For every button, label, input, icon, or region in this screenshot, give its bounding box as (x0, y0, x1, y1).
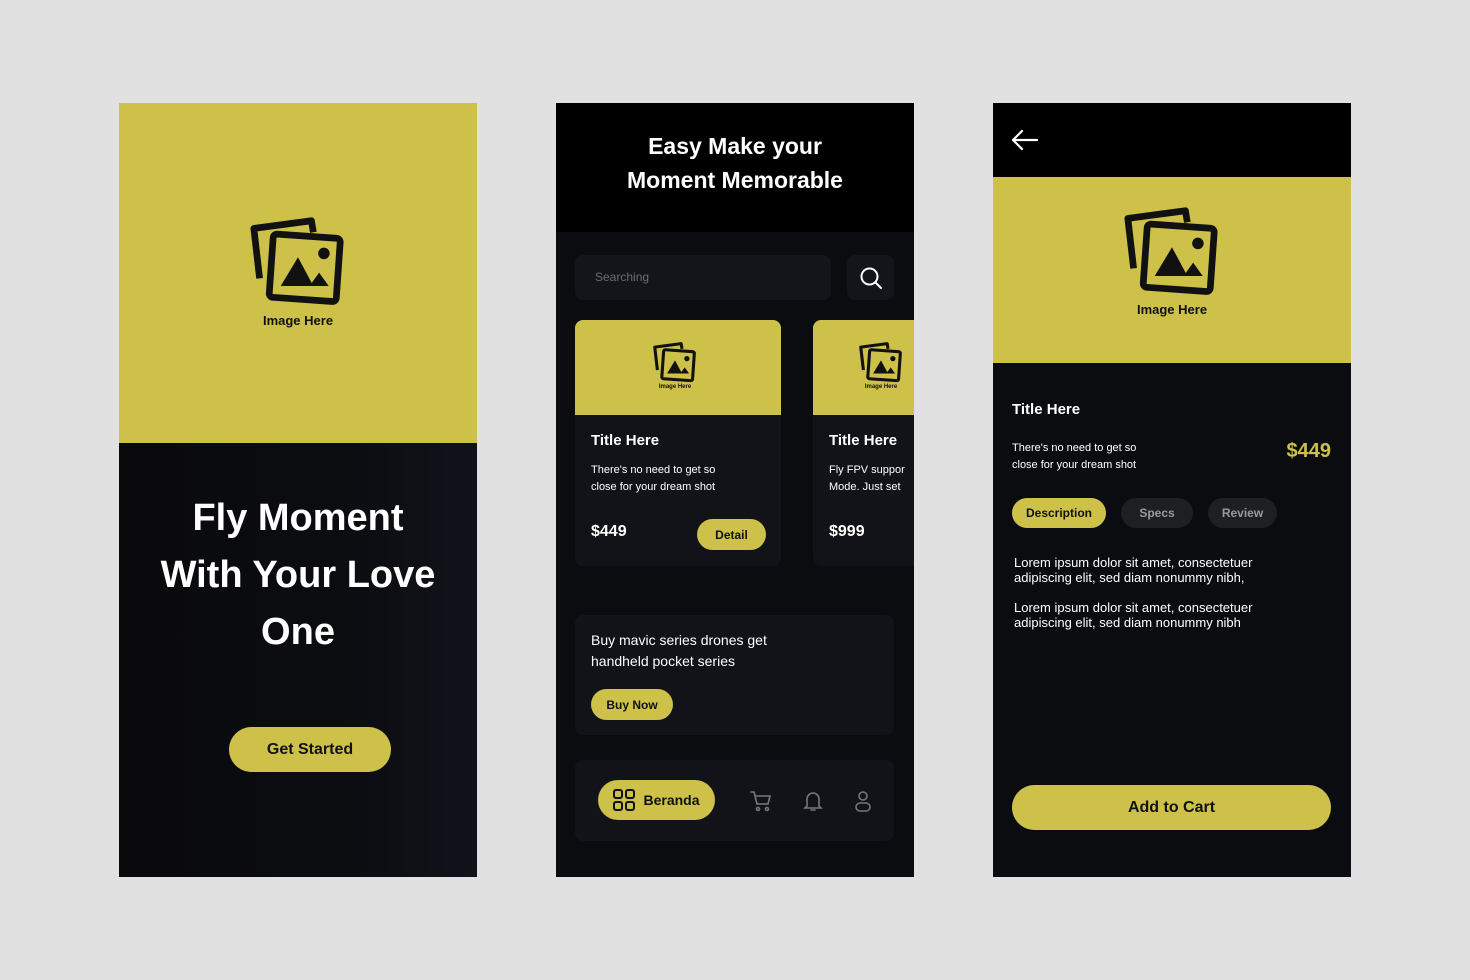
headline: Fly Moment With Your Love One (119, 490, 477, 661)
headline-line: With Your Love (160, 554, 436, 596)
nav-label: Beranda (643, 792, 700, 808)
search-icon (860, 267, 882, 289)
desc-line: close for your dream shot (1012, 459, 1137, 471)
paragraph-line: Lorem ipsum dolor sit amet, consectetuer (1014, 555, 1253, 570)
card-title: Title Here (829, 432, 898, 449)
detail-button[interactable]: Detail (697, 519, 766, 550)
product-image-placeholder: Image Here (813, 320, 914, 415)
image-icon (653, 341, 697, 385)
product-card[interactable]: Image Here Title Here Fly FPV suppor Mod… (813, 320, 914, 566)
bell-icon[interactable] (803, 790, 823, 812)
product-title: Title Here (1012, 401, 1081, 418)
image-label: Image Here (864, 384, 898, 390)
card-price: $449 (591, 523, 627, 540)
bottom-nav: Beranda (575, 760, 894, 841)
image-label: Image Here (1136, 302, 1208, 317)
image-label: Image Here (262, 313, 334, 328)
card-title: Title Here (591, 432, 660, 449)
top-bar (993, 103, 1351, 177)
cart-icon[interactable] (750, 790, 772, 812)
back-arrow-icon[interactable] (1011, 129, 1039, 151)
product-image-placeholder: Image Here (993, 177, 1351, 363)
grid-icon (613, 789, 636, 811)
product-image-placeholder: Image Here (575, 320, 781, 415)
product-card[interactable]: Image Here Title Here There's no need to… (575, 320, 781, 566)
search-button[interactable] (847, 255, 894, 300)
headline-line: One (261, 611, 335, 653)
promo-line: handheld pocket series (591, 653, 735, 669)
page-title: Easy Make your Moment Memorable (556, 129, 914, 197)
tab-review[interactable]: Review (1208, 498, 1277, 528)
description-text: Lorem ipsum dolor sit amet, consectetuer… (1014, 555, 1252, 630)
add-to-cart-button[interactable]: Add to Cart (1012, 785, 1331, 830)
desc-line: close for your dream shot (591, 481, 716, 493)
home-screen: Easy Make your Moment Memorable Searchin… (556, 103, 914, 877)
paragraph-line: adipiscing elit, sed diam nonummy nibh, (1014, 570, 1245, 585)
title-line: Moment Memorable (627, 167, 843, 193)
detail-screen: Image Here Title Here There's no need to… (993, 103, 1351, 877)
product-description: There's no need to get so close for your… (1012, 440, 1136, 474)
promo-text: Buy mavic series drones get handheld poc… (591, 630, 767, 672)
paragraph-line: Lorem ipsum dolor sit amet, consectetuer (1014, 600, 1253, 615)
tab-description[interactable]: Description (1012, 498, 1106, 528)
card-description: There's no need to get so close for your… (591, 462, 715, 496)
onboarding-screen: Image Here Fly Moment With Your Love One… (119, 103, 477, 877)
desc-line: There's no need to get so (1012, 442, 1137, 454)
desc-line: Fly FPV suppor (829, 464, 905, 476)
nav-beranda[interactable]: Beranda (598, 780, 715, 820)
image-icon (250, 215, 346, 311)
tab-specs[interactable]: Specs (1121, 498, 1193, 528)
promo-banner: Buy mavic series drones get handheld poc… (575, 615, 894, 735)
promo-line: Buy mavic series drones get (591, 632, 767, 648)
paragraph-line: adipiscing elit, sed diam nonummy nibh (1014, 615, 1241, 630)
image-icon (1124, 205, 1220, 301)
desc-line: Mode. Just set (829, 481, 901, 493)
buy-now-button[interactable]: Buy Now (591, 689, 673, 720)
user-icon[interactable] (854, 790, 872, 812)
product-price: $449 (1286, 440, 1332, 462)
hero-image-placeholder: Image Here (119, 103, 477, 443)
card-description: Fly FPV suppor Mode. Just set (829, 462, 905, 496)
image-label: Image Here (658, 384, 692, 390)
search-input[interactable]: Searching (575, 255, 831, 300)
desc-line: There's no need to get so (591, 464, 716, 476)
title-line: Easy Make your (648, 133, 822, 159)
get-started-button[interactable]: Get Started (229, 727, 391, 772)
card-price: $999 (829, 523, 865, 540)
headline-line: Fly Moment (192, 497, 404, 539)
image-icon (859, 341, 903, 385)
